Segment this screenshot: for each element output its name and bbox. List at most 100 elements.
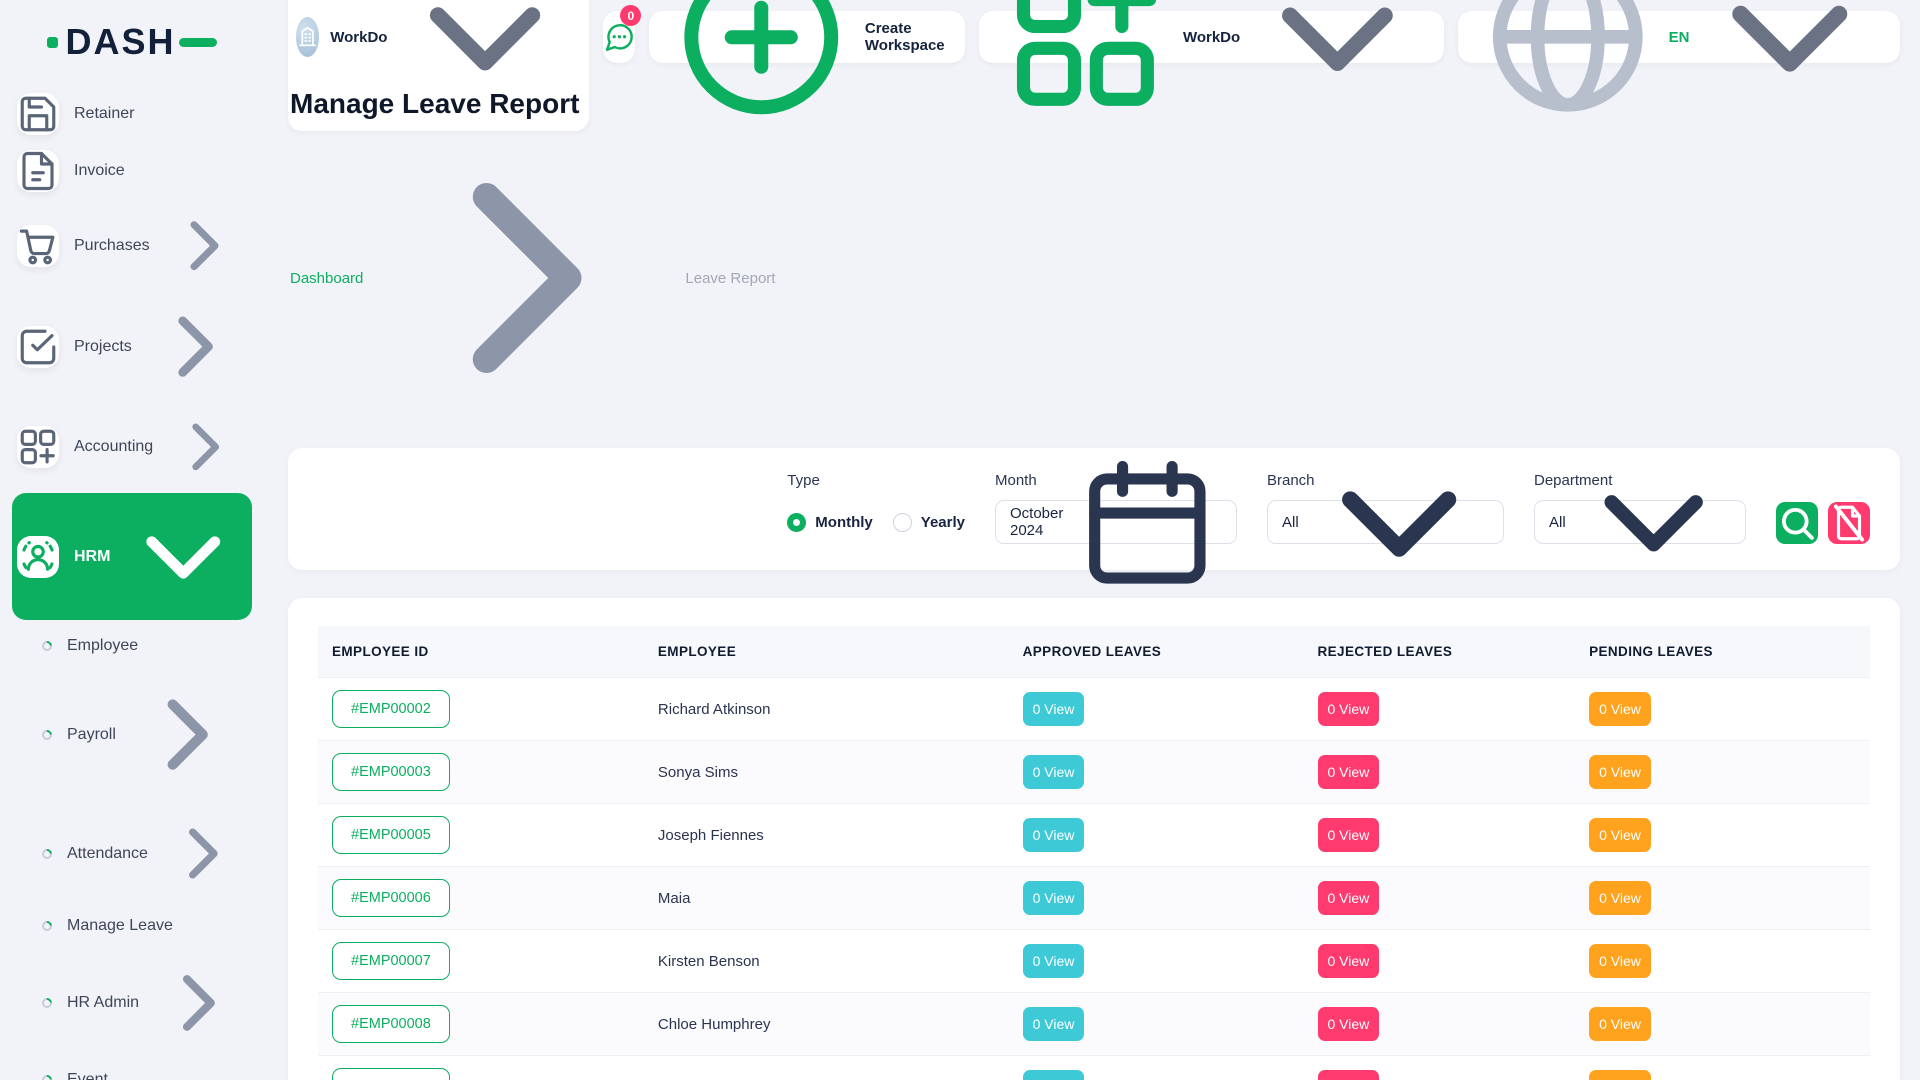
table-body: #EMP00002 Richard Atkinson 0 View 0 View 0 V… — [318, 678, 1870, 1080]
employee-id-button[interactable]: #EMP00008 — [332, 1005, 450, 1043]
approved-leaves-cell: 0 View — [1009, 867, 1304, 930]
rejected-leaves-cell: 0 View — [1304, 993, 1576, 1056]
rejected-leaves-cell: 0 View — [1304, 741, 1576, 804]
employee-name: Shafira Barnes — [644, 1056, 1009, 1080]
employee-id-cell: #EMP00008 — [318, 993, 644, 1056]
employee-name: Richard Atkinson — [644, 678, 1009, 741]
sidebar-item-event[interactable]: Event — [12, 1059, 252, 1080]
rejected-view-button[interactable]: 0 View — [1318, 755, 1380, 789]
employee-id-cell: #EMP00007 — [318, 930, 644, 993]
search-button[interactable] — [1776, 502, 1818, 544]
sidebar-item-label: Attendance — [67, 845, 148, 863]
projects-icon — [17, 326, 59, 368]
pending-view-button[interactable]: 0 View — [1589, 818, 1651, 852]
pending-view-button[interactable]: 0 View — [1589, 881, 1651, 915]
radio-monthly[interactable]: Monthly — [787, 513, 873, 532]
approved-leaves-cell: 0 View — [1009, 741, 1304, 804]
approved-view-button[interactable]: 0 View — [1023, 1070, 1085, 1080]
reset-icon — [1828, 502, 1870, 544]
department-select[interactable]: All — [1534, 500, 1746, 544]
employee-id-button[interactable]: #EMP00002 — [332, 690, 450, 728]
sidebar-item-invoice[interactable]: Invoice — [12, 145, 252, 197]
employee-id-cell: #EMP00005 — [318, 804, 644, 867]
sidebar-item-projects[interactable]: Projects — [12, 294, 252, 399]
pending-view-button[interactable]: 0 View — [1589, 692, 1651, 726]
building-icon — [296, 25, 319, 48]
create-workspace-button[interactable]: Create Workspace — [649, 11, 965, 63]
col-rejected-leaves: REJECTED LEAVES — [1304, 626, 1576, 678]
table-row: #EMP00002 Richard Atkinson 0 View 0 View 0 V… — [318, 678, 1870, 741]
employee-id-button[interactable]: #EMP00006 — [332, 879, 450, 917]
sidebar-item-label: HR Admin — [67, 994, 139, 1012]
workspace-name: WorkDo — [330, 29, 387, 46]
bullet-icon — [40, 728, 54, 742]
employee-id-button[interactable]: #EMP00009 — [332, 1068, 450, 1080]
rejected-view-button[interactable]: 0 View — [1318, 818, 1380, 852]
approved-view-button[interactable]: 0 View — [1023, 818, 1085, 852]
workdo-menu-button[interactable]: WorkDo — [979, 11, 1444, 63]
app-logo[interactable]: DASH — [12, 12, 252, 72]
pending-view-button[interactable]: 0 View — [1589, 755, 1651, 789]
approved-view-button[interactable]: 0 View — [1023, 881, 1085, 915]
sidebar-item-retainer[interactable]: Retainer — [12, 88, 252, 140]
messages-button[interactable]: 0 — [603, 11, 636, 63]
pending-leaves-cell: 0 View — [1575, 867, 1870, 930]
pending-view-button[interactable]: 0 View — [1589, 944, 1651, 978]
approved-view-button[interactable]: 0 View — [1023, 1007, 1085, 1041]
logo-text: DASH — [65, 24, 175, 60]
sidebar-item-payroll[interactable]: Payroll — [12, 667, 252, 802]
sidebar-item-hrm[interactable]: HRM — [12, 493, 252, 620]
approved-view-button[interactable]: 0 View — [1023, 944, 1085, 978]
chevron-down-icon — [1309, 432, 1489, 612]
radio-selected-icon — [787, 513, 806, 532]
leave-report-table: EMPLOYEE ID EMPLOYEE APPROVED LEAVES REJ… — [318, 626, 1870, 1080]
employee-id-button[interactable]: #EMP00003 — [332, 753, 450, 791]
sidebar-item-label: Employee — [67, 637, 138, 655]
sidebar-item-label: Invoice — [74, 162, 125, 180]
pending-leaves-cell: 0 View — [1575, 930, 1870, 993]
chevron-right-icon — [163, 814, 242, 893]
rejected-view-button[interactable]: 0 View — [1318, 1070, 1380, 1080]
bullet-icon — [40, 639, 54, 653]
reset-button[interactable] — [1828, 502, 1870, 544]
pending-view-button[interactable]: 0 View — [1589, 1070, 1651, 1080]
rejected-view-button[interactable]: 0 View — [1318, 1007, 1380, 1041]
pending-leaves-cell: 0 View — [1575, 1056, 1870, 1080]
language-selector[interactable]: EN — [1458, 11, 1900, 63]
approved-view-button[interactable]: 0 View — [1023, 692, 1085, 726]
employee-id-button[interactable]: #EMP00007 — [332, 942, 450, 980]
approved-leaves-cell: 0 View — [1009, 930, 1304, 993]
rejected-view-button[interactable]: 0 View — [1318, 944, 1380, 978]
logo-accent-dash-icon — [179, 38, 217, 47]
month-input[interactable]: October 2024 — [995, 500, 1237, 544]
rejected-view-button[interactable]: 0 View — [1318, 881, 1380, 915]
sidebar-item-label: Accounting — [74, 438, 153, 456]
sidebar-item-employee[interactable]: Employee — [12, 625, 252, 667]
bullet-icon — [40, 919, 54, 933]
sidebar-item-hr-admin[interactable]: HR Admin — [12, 947, 252, 1059]
workspace-avatar — [296, 17, 319, 57]
sidebar-item-label: Payroll — [67, 726, 116, 744]
pending-view-button[interactable]: 0 View — [1589, 1007, 1651, 1041]
sidebar-item-manage-leave[interactable]: Manage Leave — [12, 905, 252, 947]
sidebar-item-accounting[interactable]: Accounting — [12, 405, 252, 489]
sidebar-item-purchases[interactable]: Purchases — [12, 202, 252, 289]
approved-leaves-cell: 0 View — [1009, 993, 1304, 1056]
filter-actions — [1776, 502, 1870, 544]
branch-select[interactable]: All — [1267, 500, 1504, 544]
rejected-leaves-cell: 0 View — [1304, 804, 1576, 867]
approved-view-button[interactable]: 0 View — [1023, 755, 1085, 789]
sidebar-item-attendance[interactable]: Attendance — [12, 802, 252, 905]
branch-filter-group: Branch All — [1267, 472, 1504, 544]
page-title: Manage Leave Report — [290, 88, 1898, 120]
breadcrumb-dashboard-link[interactable]: Dashboard — [290, 270, 363, 287]
sidebar-item-label: Manage Leave — [67, 917, 173, 935]
col-approved-leaves: APPROVED LEAVES — [1009, 626, 1304, 678]
employee-id-button[interactable]: #EMP00005 — [332, 816, 450, 854]
rejected-view-button[interactable]: 0 View — [1318, 692, 1380, 726]
calendar-icon — [1073, 448, 1222, 597]
employee-name: Sonya Sims — [644, 741, 1009, 804]
accounting-icon — [17, 426, 59, 468]
employee-id-cell: #EMP00009 — [318, 1056, 644, 1080]
radio-yearly[interactable]: Yearly — [893, 513, 965, 532]
